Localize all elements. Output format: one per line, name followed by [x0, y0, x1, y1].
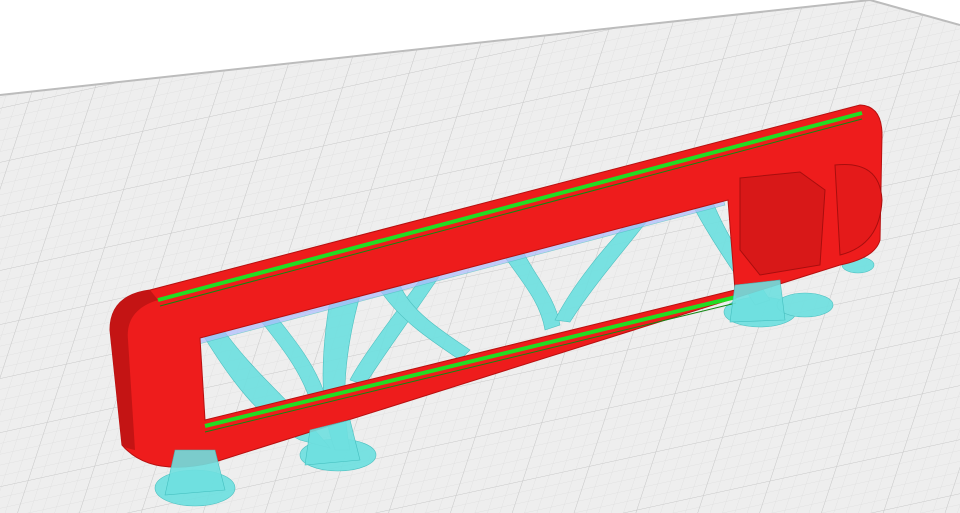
- support-base: [776, 292, 834, 318]
- model-end-block: [739, 171, 826, 276]
- support-branch: [164, 449, 226, 496]
- support-branch: [729, 279, 786, 323]
- 3d-viewport[interactable]: [0, 0, 960, 513]
